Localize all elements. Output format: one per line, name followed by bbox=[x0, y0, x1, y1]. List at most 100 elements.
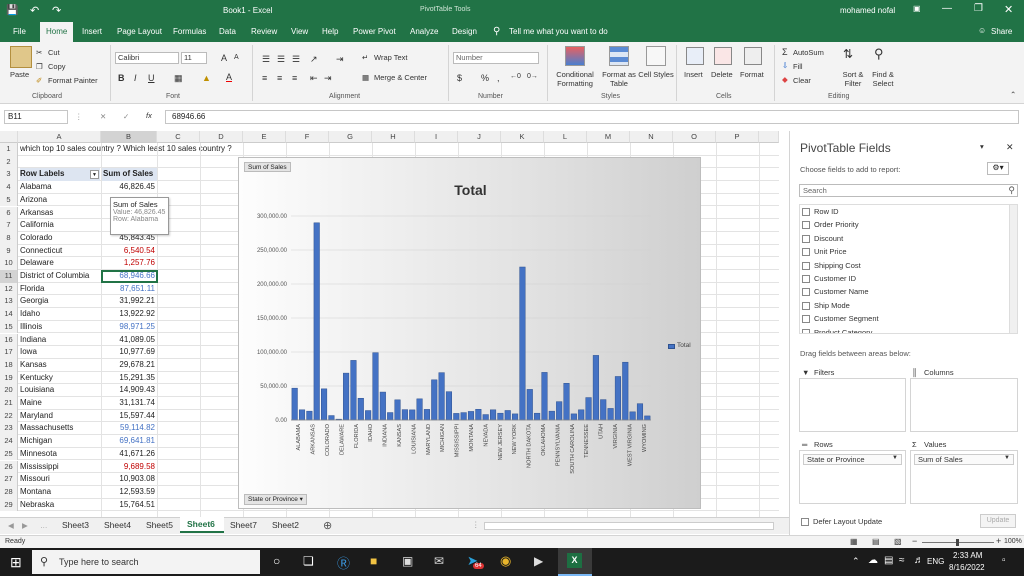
field-label[interactable]: Customer ID bbox=[814, 274, 856, 283]
file-explorer-icon[interactable]: ■ bbox=[370, 554, 377, 568]
tab-design[interactable]: Design bbox=[452, 27, 477, 36]
sheet-tab-sheet7[interactable]: Sheet7 bbox=[230, 520, 257, 530]
chart-bar[interactable] bbox=[394, 399, 401, 421]
field-label[interactable]: Ship Mode bbox=[814, 301, 850, 310]
row-header[interactable]: 10 bbox=[0, 257, 18, 270]
paste-icon[interactable] bbox=[10, 46, 32, 68]
copy-button[interactable]: Copy bbox=[48, 62, 66, 71]
excel-taskbar-button[interactable]: X bbox=[558, 548, 592, 576]
row-header[interactable]: 12 bbox=[0, 282, 18, 296]
paste-button[interactable]: Paste bbox=[10, 70, 29, 79]
row-header[interactable]: 9 bbox=[0, 244, 18, 258]
chart-bar[interactable] bbox=[534, 412, 541, 421]
chart-bar[interactable] bbox=[291, 387, 298, 421]
rows-drop-area[interactable]: State or Province ▼ bbox=[799, 450, 906, 504]
chart-bar[interactable] bbox=[556, 401, 563, 421]
pane-close-icon[interactable]: ✕ bbox=[1006, 142, 1014, 153]
collapse-ribbon-icon[interactable]: ⌃ bbox=[1010, 90, 1016, 99]
font-shrink-button[interactable]: A bbox=[234, 54, 239, 61]
tab-review[interactable]: Review bbox=[251, 27, 277, 36]
wifi-icon[interactable]: ≈ bbox=[899, 555, 905, 566]
chart-plot[interactable]: 0.00 50,000.00 100,000.00 150,000.00 200,000… bbox=[239, 158, 702, 510]
conditional-formatting-button[interactable]: Conditional Formatting bbox=[553, 70, 597, 88]
field-label[interactable]: Order Priority bbox=[814, 220, 859, 229]
cortana-icon[interactable]: ○ bbox=[273, 554, 280, 568]
pivot-sum-value[interactable]: 98,971.25 bbox=[101, 321, 157, 334]
pivot-sum-value[interactable]: 41,671.26 bbox=[101, 448, 157, 461]
column-header[interactable]: K bbox=[501, 131, 544, 143]
chart-bar[interactable] bbox=[365, 410, 372, 421]
chart-bar[interactable] bbox=[578, 409, 585, 421]
network-icon[interactable]: ▤ bbox=[884, 555, 893, 566]
mail-icon[interactable]: ✉ bbox=[434, 554, 444, 568]
row-header[interactable]: 16 bbox=[0, 333, 18, 347]
column-header[interactable]: F bbox=[286, 131, 329, 143]
chart-bar[interactable] bbox=[379, 391, 386, 421]
pivot-row-label[interactable]: Nebraska bbox=[20, 499, 100, 512]
tray-expand-icon[interactable]: ⌃ bbox=[852, 556, 860, 567]
pivot-sum-value[interactable]: 1,257.76 bbox=[101, 257, 157, 270]
cell-styles-button[interactable]: Cell Styles bbox=[638, 70, 674, 79]
percent-button[interactable]: % bbox=[481, 73, 489, 83]
field-label[interactable]: Discount bbox=[814, 234, 843, 243]
active-cell[interactable] bbox=[101, 270, 158, 283]
tab-analyze[interactable]: Analyze bbox=[410, 27, 438, 36]
field-search-input[interactable]: Search ⚲ bbox=[799, 184, 1018, 197]
pivot-sum-value[interactable]: 46,826.45 bbox=[101, 181, 157, 194]
field-list-scrollbar[interactable] bbox=[1009, 205, 1017, 333]
field-checkbox[interactable] bbox=[802, 261, 810, 270]
chart-bar[interactable] bbox=[622, 361, 629, 421]
pivot-sum-value[interactable]: 15,291.35 bbox=[101, 372, 157, 385]
tab-page-layout[interactable]: Page Layout bbox=[117, 27, 162, 36]
increase-indent-icon[interactable]: ⇥ bbox=[324, 73, 332, 84]
pivot-row-label[interactable]: Maryland bbox=[20, 410, 100, 423]
column-header[interactable]: D bbox=[200, 131, 243, 143]
chart-bar[interactable] bbox=[526, 389, 533, 421]
chart-bar[interactable] bbox=[321, 388, 328, 421]
sort-filter-button[interactable]: Sort & Filter bbox=[838, 70, 868, 88]
row-header[interactable]: 15 bbox=[0, 320, 18, 334]
conditional-formatting-icon[interactable] bbox=[565, 46, 585, 66]
find-icon[interactable]: ⚲ bbox=[874, 46, 884, 62]
row-header[interactable]: 21 bbox=[0, 397, 18, 410]
underline-button[interactable]: U bbox=[148, 73, 155, 83]
new-sheet-icon[interactable]: ⊕ bbox=[323, 519, 332, 532]
volume-icon[interactable]: ♬ bbox=[914, 555, 924, 566]
row-header[interactable]: 3 bbox=[0, 168, 18, 182]
name-box[interactable]: B11 bbox=[4, 110, 68, 124]
sheet-tab-sheet6[interactable]: Sheet6 bbox=[180, 517, 224, 533]
pivot-row-label[interactable]: Kansas bbox=[20, 359, 100, 372]
pivot-row-label[interactable]: Arkansas bbox=[20, 207, 100, 220]
pivot-sum-value[interactable]: 13,922.92 bbox=[101, 308, 157, 321]
pivot-row-label[interactable]: Delaware bbox=[20, 257, 100, 270]
chart-bar[interactable] bbox=[489, 409, 497, 421]
row-header[interactable]: 26 bbox=[0, 460, 18, 474]
clear-button[interactable]: Clear bbox=[793, 76, 811, 85]
chart-bar[interactable] bbox=[416, 398, 423, 421]
row-header[interactable]: 27 bbox=[0, 473, 18, 486]
row-header[interactable]: 13 bbox=[0, 295, 18, 309]
pivot-row-label[interactable]: Missouri bbox=[20, 473, 100, 486]
chart-bar[interactable] bbox=[629, 411, 636, 421]
merge-center-button[interactable]: Merge & Center bbox=[374, 73, 427, 82]
chart-bar[interactable] bbox=[423, 409, 430, 421]
chrome-icon[interactable]: ◉ bbox=[500, 553, 511, 569]
merge-icon[interactable]: ▦ bbox=[362, 73, 369, 82]
row-header[interactable]: 25 bbox=[0, 447, 18, 461]
row-header[interactable]: 1 bbox=[0, 143, 18, 156]
chart-bar[interactable] bbox=[614, 376, 621, 421]
pivot-sum-value[interactable]: 15,597.44 bbox=[101, 410, 157, 423]
chart-axis-field-button[interactable]: State or Province ▾ bbox=[244, 494, 307, 505]
chart-bar[interactable] bbox=[372, 352, 379, 421]
pivot-row-label[interactable]: California bbox=[20, 219, 100, 232]
tab-split-icon[interactable]: ⋮ bbox=[472, 520, 480, 529]
chart-bar[interactable] bbox=[482, 414, 489, 421]
pivot-sum-value[interactable]: 10,903.08 bbox=[101, 473, 157, 486]
fill-icon[interactable]: ⇩ bbox=[782, 61, 788, 70]
fill-color-icon[interactable]: ▲ bbox=[202, 73, 211, 83]
normal-view-icon[interactable]: ▦ bbox=[850, 537, 858, 546]
field-checkbox[interactable] bbox=[802, 315, 810, 324]
sheet-tab-sheet4[interactable]: Sheet4 bbox=[104, 520, 131, 530]
cut-icon[interactable]: ✂ bbox=[36, 48, 42, 57]
cloud-icon[interactable]: ☁ bbox=[868, 555, 878, 566]
